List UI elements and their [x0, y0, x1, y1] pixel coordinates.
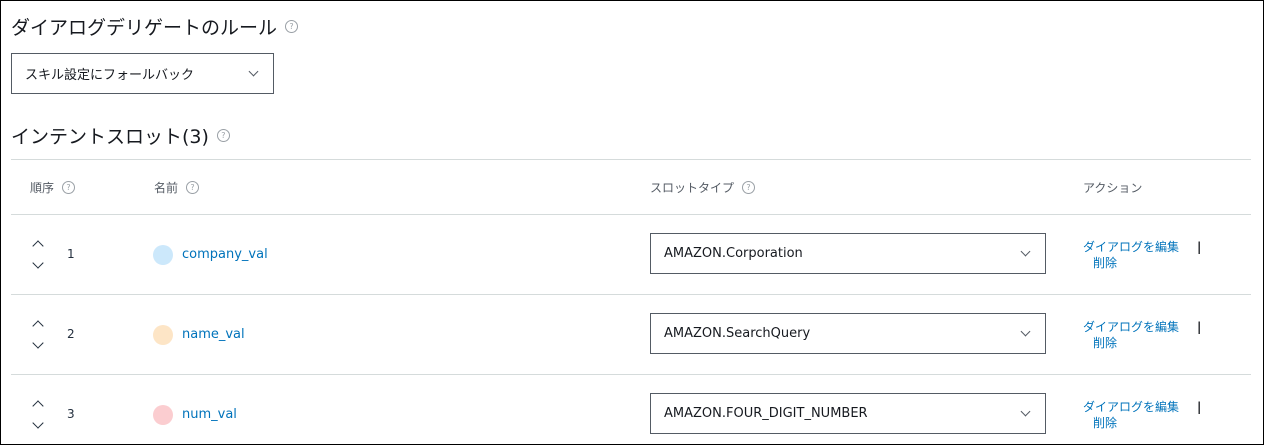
column-header-slot-type: スロットタイプ ?	[650, 179, 756, 196]
chevron-down-icon	[1020, 326, 1031, 337]
row-actions: ダイアログを編集 | 削除	[1083, 399, 1201, 431]
arrow-down-icon[interactable]	[32, 337, 44, 349]
slot-type-value: AMAZON.FOUR_DIGIT_NUMBER	[664, 406, 868, 421]
help-icon[interactable]: ?	[216, 129, 230, 142]
arrow-down-icon[interactable]	[32, 257, 44, 269]
slot-color-dot	[153, 405, 173, 425]
table-row: 3 num_val AMAZON.FOUR_DIGIT_NUMBER ダイアログ…	[11, 375, 1251, 444]
delete-link[interactable]: 削除	[1093, 335, 1179, 351]
slot-name-link[interactable]: company_val	[182, 247, 268, 262]
help-icon[interactable]: ?	[742, 181, 756, 194]
slot-name-link[interactable]: num_val	[182, 407, 237, 422]
slot-color-dot	[153, 325, 173, 345]
slot-color-dot	[153, 245, 173, 265]
slot-name-link[interactable]: name_val	[182, 327, 245, 342]
dialog-delegate-title-text: ダイアログデリゲートのルール	[11, 17, 278, 39]
arrow-up-icon[interactable]	[32, 320, 44, 332]
intent-slots-title-text: インテントスロット(3)	[11, 126, 209, 148]
reorder-controls	[32, 318, 46, 358]
delete-link[interactable]: 削除	[1093, 415, 1179, 431]
intent-slots-title: インテントスロット(3) ?	[11, 122, 230, 149]
slot-order: 3	[67, 407, 75, 421]
table-row: 1 company_val AMAZON.Corporation ダイアログを編…	[11, 215, 1251, 295]
edit-dialog-link[interactable]: ダイアログを編集	[1083, 400, 1179, 414]
edit-dialog-link[interactable]: ダイアログを編集	[1083, 320, 1179, 334]
edit-dialog-link[interactable]: ダイアログを編集	[1083, 240, 1179, 254]
slot-type-value: AMAZON.SearchQuery	[664, 326, 811, 341]
action-separator: |	[1197, 320, 1202, 334]
action-separator: |	[1197, 400, 1202, 414]
arrow-up-icon[interactable]	[32, 240, 44, 252]
slot-order: 1	[67, 247, 75, 261]
arrow-up-icon[interactable]	[32, 400, 44, 412]
dialog-delegate-select[interactable]: スキル設定にフォールバック	[11, 53, 274, 94]
dialog-config-panel: ダイアログデリゲートのルール ? スキル設定にフォールバック インテントスロット…	[0, 0, 1264, 445]
chevron-down-icon	[1020, 406, 1031, 417]
row-actions: ダイアログを編集 | 削除	[1083, 319, 1201, 351]
slot-type-select[interactable]: AMAZON.FOUR_DIGIT_NUMBER	[650, 393, 1046, 434]
action-separator: |	[1197, 240, 1202, 254]
help-icon[interactable]: ?	[62, 181, 76, 194]
chevron-down-icon	[248, 66, 259, 77]
column-header-actions-label: アクション	[1083, 181, 1143, 195]
slot-order: 2	[67, 327, 75, 341]
column-header-actions: アクション	[1083, 179, 1142, 196]
column-header-slot-type-label: スロットタイプ	[650, 181, 735, 195]
table-top-divider	[11, 159, 1251, 160]
table-row: 2 name_val AMAZON.SearchQuery ダイアログを編集 |…	[11, 295, 1251, 375]
slot-type-select[interactable]: AMAZON.SearchQuery	[650, 313, 1046, 354]
slot-type-select[interactable]: AMAZON.Corporation	[650, 233, 1046, 274]
dialog-delegate-selected-value: スキル設定にフォールバック	[25, 68, 195, 83]
reorder-controls	[32, 238, 46, 278]
chevron-down-icon	[1020, 246, 1031, 257]
column-header-name-label: 名前	[154, 181, 179, 195]
arrow-down-icon[interactable]	[32, 417, 44, 429]
help-icon[interactable]: ?	[285, 20, 299, 33]
slot-type-value: AMAZON.Corporation	[664, 246, 803, 261]
column-header-order: 順序 ?	[30, 179, 76, 196]
column-header-name: 名前 ?	[154, 179, 200, 196]
dialog-delegate-title: ダイアログデリゲートのルール ?	[11, 13, 299, 40]
column-header-order-label: 順序	[30, 181, 55, 195]
help-icon[interactable]: ?	[186, 181, 200, 194]
delete-link[interactable]: 削除	[1093, 255, 1179, 271]
reorder-controls	[32, 398, 46, 438]
row-actions: ダイアログを編集 | 削除	[1083, 239, 1201, 271]
